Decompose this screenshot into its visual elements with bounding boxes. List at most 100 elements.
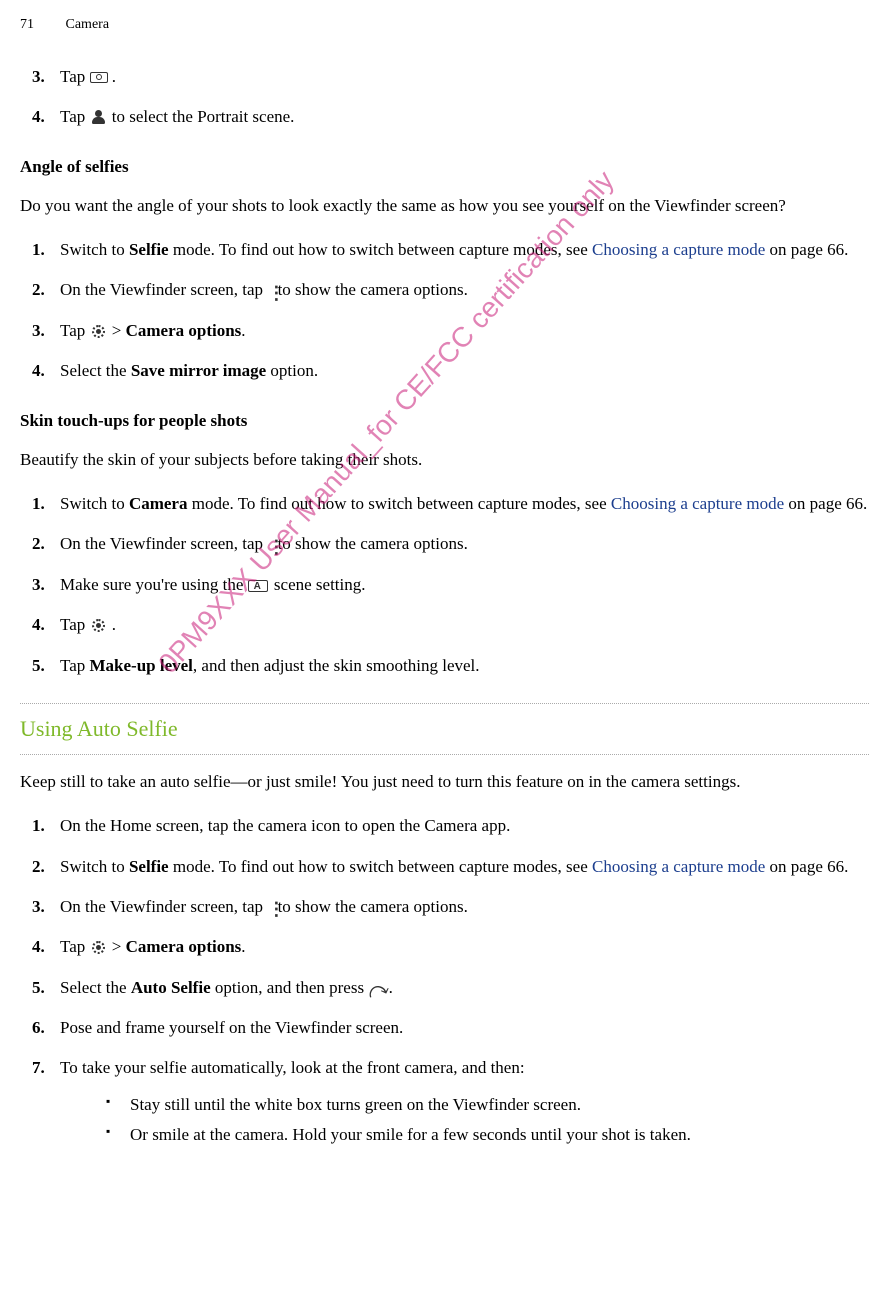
skin-steps: 1. Switch to Camera mode. To find out ho…: [20, 491, 869, 679]
step-text: To take your selfie automatically, look …: [60, 1058, 525, 1077]
step-text: >: [112, 321, 126, 340]
step-number: 1.: [32, 491, 45, 517]
intro-steps: 3. Tap . 4. Tap to select the Portrait s…: [20, 64, 869, 131]
body-text: Beautify the skin of your subjects befor…: [20, 447, 869, 473]
step-text: , and then adjust the skin smoothing lev…: [193, 656, 480, 675]
body-text: Do you want the angle of your shots to l…: [20, 193, 869, 219]
gear-icon: [90, 325, 108, 339]
header-section: Camera: [66, 17, 110, 32]
list-item: 4. Tap .: [60, 612, 869, 638]
portrait-icon: [90, 111, 108, 125]
gear-icon: [90, 941, 108, 955]
step-number: 2.: [32, 531, 45, 557]
angle-steps: 1. Switch to Selfie mode. To find out ho…: [20, 237, 869, 384]
step-text: On the Viewfinder screen, tap: [60, 897, 267, 916]
step-number: 6.: [32, 1015, 45, 1041]
more-icon: [267, 285, 273, 299]
list-item: 2. Switch to Selfie mode. To find out ho…: [60, 854, 869, 880]
list-item: 3. Tap > Camera options.: [60, 318, 869, 344]
bullet-item: Or smile at the camera. Hold your smile …: [130, 1122, 869, 1148]
more-icon: [267, 539, 273, 553]
step-number: 7.: [32, 1055, 45, 1081]
section-title-auto-selfie: Using Auto Selfie: [20, 712, 869, 746]
auto-steps: 1. On the Home screen, tap the camera ic…: [20, 813, 869, 1148]
list-item: 6. Pose and frame yourself on the Viewfi…: [60, 1015, 869, 1041]
step-number: 4.: [32, 104, 45, 130]
step-text: .: [241, 321, 245, 340]
step-text: mode. To find out how to switch between …: [187, 494, 610, 513]
subheading-angle: Angle of selfies: [20, 154, 869, 180]
section-divider: Using Auto Selfie: [20, 703, 869, 755]
step-text: Switch to: [60, 240, 129, 259]
list-item: 7. To take your selfie automatically, lo…: [60, 1055, 869, 1148]
step-text: on page 66.: [784, 494, 867, 513]
bold-text: Selfie: [129, 857, 169, 876]
step-text: scene setting.: [274, 575, 366, 594]
bold-text: Camera: [129, 494, 188, 513]
list-item: 2. On the Viewfinder screen, tap to show…: [60, 277, 869, 303]
gear-icon: [90, 619, 108, 633]
step-text: Tap: [60, 937, 90, 956]
bullet-item: Stay still until the white box turns gre…: [130, 1092, 869, 1118]
step-text: Tap: [60, 67, 90, 86]
step-text: On the Viewfinder screen, tap: [60, 534, 267, 553]
step-text: .: [241, 937, 245, 956]
back-icon: [368, 982, 384, 996]
step-number: 2.: [32, 854, 45, 880]
step-text: Tap: [60, 615, 90, 634]
body-text: Keep still to take an auto selfie—or jus…: [20, 769, 869, 795]
list-item: 1. Switch to Camera mode. To find out ho…: [60, 491, 869, 517]
step-number: 4.: [32, 612, 45, 638]
step-number: 4.: [32, 934, 45, 960]
link-choosing-capture-mode[interactable]: Choosing a capture mode: [592, 857, 765, 876]
step-text: Tap: [60, 107, 90, 126]
step-text: Tap: [60, 321, 90, 340]
sub-bullets: Stay still until the white box turns gre…: [60, 1092, 869, 1149]
list-item: 3. On the Viewfinder screen, tap to show…: [60, 894, 869, 920]
step-text: to show the camera options.: [278, 897, 468, 916]
step-number: 4.: [32, 358, 45, 384]
step-number: 2.: [32, 277, 45, 303]
page-number: 71: [20, 14, 34, 36]
step-number: 1.: [32, 813, 45, 839]
bold-text: Save mirror image: [131, 361, 266, 380]
step-text: Select the: [60, 978, 131, 997]
step-text: Tap: [60, 656, 90, 675]
subheading-skin: Skin touch-ups for people shots: [20, 408, 869, 434]
step-text: Make sure you're using the: [60, 575, 248, 594]
step-text: Pose and frame yourself on the Viewfinde…: [60, 1018, 403, 1037]
step-number: 3.: [32, 894, 45, 920]
step-text: to select the Portrait scene.: [112, 107, 295, 126]
page-header: 71 Camera: [20, 14, 869, 36]
step-text: .: [112, 615, 116, 634]
step-number: 5.: [32, 653, 45, 679]
list-item: 4. Tap to select the Portrait scene.: [60, 104, 869, 130]
list-item: 4. Select the Save mirror image option.: [60, 358, 869, 384]
link-choosing-capture-mode[interactable]: Choosing a capture mode: [611, 494, 784, 513]
step-text: >: [112, 937, 126, 956]
step-text: on page 66.: [765, 240, 848, 259]
step-text: On the Home screen, tap the camera icon …: [60, 816, 510, 835]
step-text: on page 66.: [765, 857, 848, 876]
step-text: Select the: [60, 361, 131, 380]
list-item: 4. Tap > Camera options.: [60, 934, 869, 960]
step-number: 5.: [32, 975, 45, 1001]
bold-text: Make-up level: [90, 656, 193, 675]
bold-text: Auto Selfie: [131, 978, 211, 997]
link-choosing-capture-mode[interactable]: Choosing a capture mode: [592, 240, 765, 259]
step-number: 1.: [32, 237, 45, 263]
step-text: Switch to: [60, 857, 129, 876]
more-icon: [267, 901, 273, 915]
list-item: 5. Select the Auto Selfie option, and th…: [60, 975, 869, 1001]
bold-text: Selfie: [129, 240, 169, 259]
step-text: to show the camera options.: [278, 280, 468, 299]
bold-text: Camera options: [126, 321, 242, 340]
step-text: mode. To find out how to switch between …: [169, 240, 592, 259]
step-text: option, and then press: [211, 978, 369, 997]
step-number: 3.: [32, 64, 45, 90]
list-item: 1. On the Home screen, tap the camera ic…: [60, 813, 869, 839]
list-item: 2. On the Viewfinder screen, tap to show…: [60, 531, 869, 557]
camera-icon: [90, 71, 108, 85]
list-item: 1. Switch to Selfie mode. To find out ho…: [60, 237, 869, 263]
auto-scene-icon: [248, 579, 270, 593]
